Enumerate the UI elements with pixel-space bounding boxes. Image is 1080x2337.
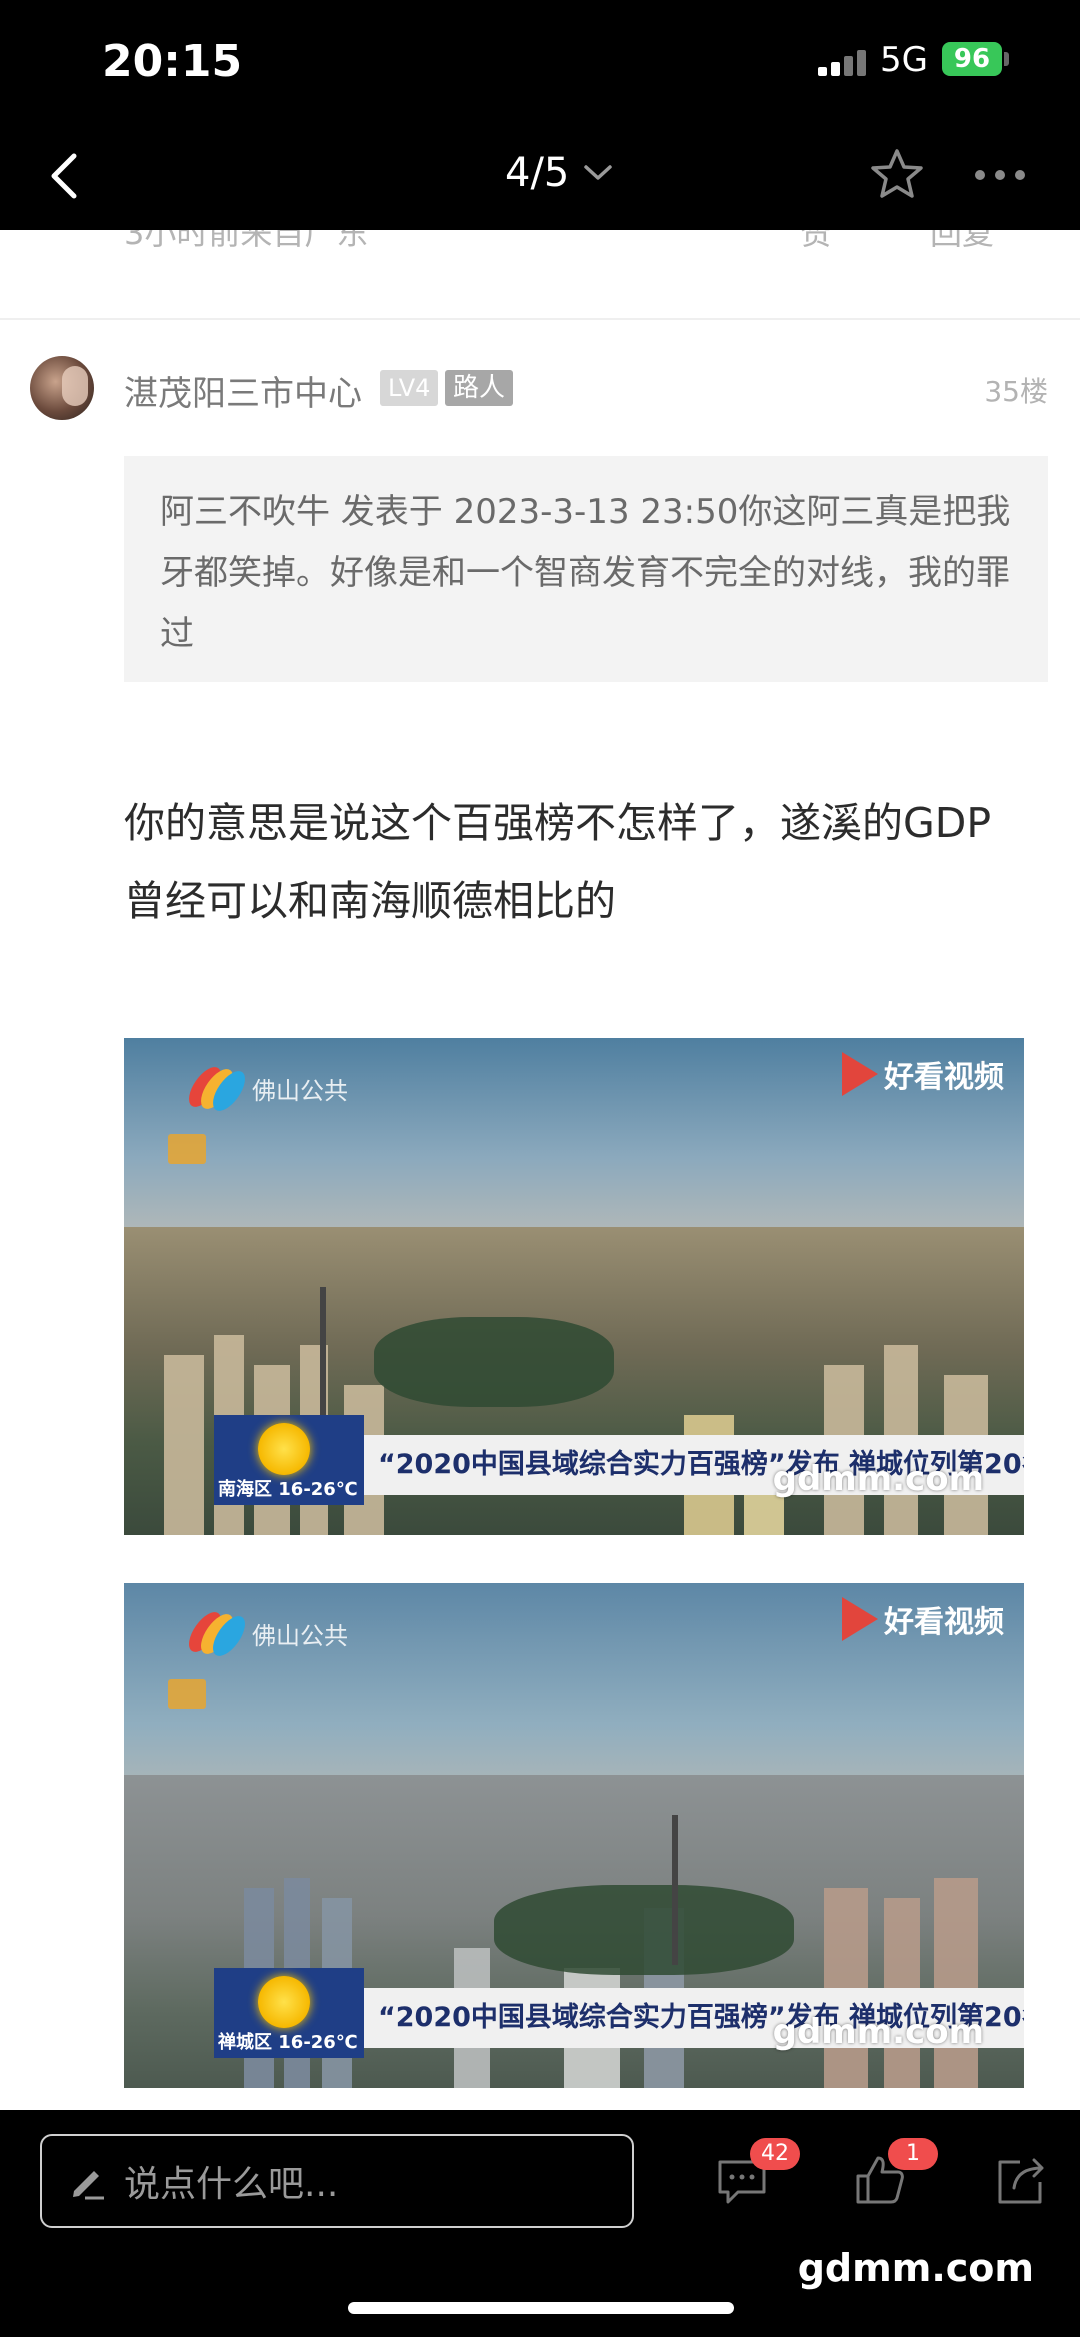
status-time: 20:15 bbox=[102, 36, 243, 87]
site-watermark: gdmm.com bbox=[772, 2012, 984, 2052]
site-watermark: gdmm.com bbox=[797, 2246, 1034, 2290]
brand-watermark: 好看视频 bbox=[842, 1597, 1004, 1641]
favorite-button[interactable] bbox=[868, 146, 926, 204]
floor-number: 35楼 bbox=[984, 375, 1048, 408]
username[interactable]: 湛茂阳三市中心 bbox=[124, 366, 362, 415]
avatar[interactable] bbox=[30, 356, 94, 420]
channel-logo: 佛山公共 bbox=[182, 1605, 348, 1662]
battery-level: 96 bbox=[953, 44, 991, 74]
comments-count-badge: 42 bbox=[750, 2138, 800, 2170]
play-logo-icon bbox=[842, 1052, 878, 1096]
more-button[interactable] bbox=[970, 160, 1030, 190]
share-button[interactable] bbox=[990, 2150, 1050, 2210]
weather-box: 南海区 16-26℃ bbox=[214, 1415, 364, 1505]
brand-watermark: 好看视频 bbox=[842, 1052, 1004, 1096]
level-badge: LV4 bbox=[380, 370, 439, 406]
channel-name: 佛山公共 bbox=[252, 1621, 348, 1650]
sun-icon bbox=[258, 1423, 310, 1475]
home-indicator[interactable] bbox=[348, 2302, 734, 2314]
channel-name: 佛山公共 bbox=[252, 1076, 348, 1105]
weather-text: 禅城区 16-26℃ bbox=[218, 2032, 358, 2053]
video-thumbnail[interactable]: 佛山公共 好看视频 南海区 16-26℃ “2020中国县域综合实力百强榜”发布… bbox=[124, 1038, 1024, 1535]
previous-post-meta: 3小时前来自广东 bbox=[124, 230, 369, 252]
back-button[interactable] bbox=[40, 148, 90, 204]
likes-count-badge: 1 bbox=[888, 2138, 938, 2170]
channel-sub-logo bbox=[168, 1134, 206, 1164]
brand-name: 好看视频 bbox=[884, 1060, 1004, 1095]
role-badge: 路人 bbox=[445, 370, 514, 406]
brand-name: 好看视频 bbox=[884, 1605, 1004, 1640]
chevron-left-icon bbox=[51, 153, 77, 199]
previous-post-footer: 3小时前来自广东 赞 回复 bbox=[0, 230, 1080, 320]
page-indicator: 4/5 bbox=[505, 150, 570, 196]
like-button[interactable]: 1 bbox=[850, 2138, 938, 2210]
more-dots-icon bbox=[975, 170, 1025, 180]
quoted-post: 阿三不吹牛 发表于 2023-3-13 23:50你这阿三真是把我牙都笑掉。好像… bbox=[124, 456, 1048, 682]
video-thumbnail[interactable]: 佛山公共 好看视频 禅城区 16-26℃ “2020中国县域综合实力百强榜”发布… bbox=[124, 1583, 1024, 2088]
network-type: 5G bbox=[880, 40, 928, 80]
comment-input[interactable]: 说点什么吧... bbox=[40, 2134, 634, 2228]
star-icon bbox=[871, 149, 923, 198]
comment-placeholder: 说点什么吧... bbox=[124, 2164, 339, 2205]
battery-icon: 96 bbox=[942, 42, 1002, 76]
play-logo-icon bbox=[842, 1597, 878, 1641]
pencil-icon bbox=[73, 2171, 104, 2200]
channel-logo-icon bbox=[182, 1060, 252, 1117]
post-body: 你的意思是说这个百强榜不怎样了，遂溪的GDP曾经可以和南海顺德相比的 bbox=[124, 799, 992, 925]
channel-logo: 佛山公共 bbox=[182, 1060, 348, 1117]
page-selector[interactable]: 4/5 bbox=[505, 150, 613, 196]
top-bar: 20:15 5G 96 4/5 bbox=[0, 0, 1080, 230]
previous-reply-button[interactable]: 回复 bbox=[930, 230, 994, 254]
battery-tip bbox=[1004, 52, 1009, 66]
weather-box: 禅城区 16-26℃ bbox=[214, 1968, 364, 2058]
sun-icon bbox=[258, 1976, 310, 2028]
share-icon bbox=[998, 2158, 1044, 2204]
previous-like-button[interactable]: 赞 bbox=[800, 230, 832, 254]
channel-logo-icon bbox=[182, 1605, 252, 1662]
chevron-down-icon bbox=[584, 165, 613, 180]
weather-text: 南海区 16-26℃ bbox=[218, 1479, 358, 1500]
signal-icon bbox=[818, 50, 870, 76]
channel-sub-logo bbox=[168, 1679, 206, 1709]
site-watermark: gdmm.com bbox=[772, 1459, 984, 1499]
comments-button[interactable]: 42 bbox=[712, 2138, 800, 2210]
